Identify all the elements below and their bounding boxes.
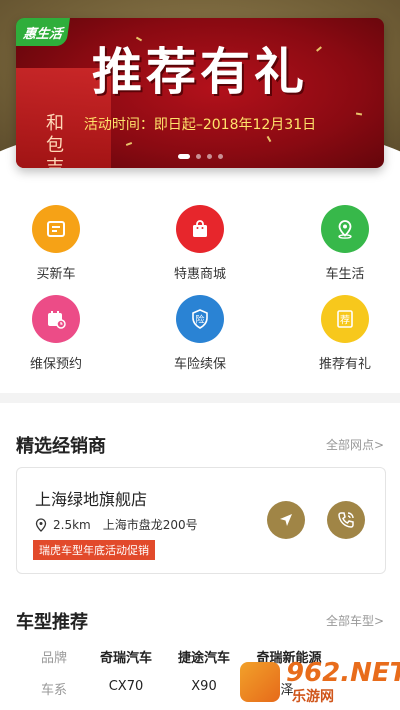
series-option[interactable]: X90 [166, 679, 242, 694]
menu-item-car-life[interactable]: 车生活 [290, 205, 400, 282]
dealer-name: 上海绿地旗舰店 [35, 490, 148, 509]
promo-banner[interactable]: 和包吉 惠生活 推荐有礼 活动时间：即日起–2018年12月31日 [16, 18, 384, 168]
watermark-logo-icon [240, 662, 280, 702]
call-button[interactable] [327, 501, 365, 539]
document-icon [32, 205, 80, 253]
menu-label: 车生活 [325, 267, 365, 282]
dealers-section-title: 精选经销商 [16, 436, 106, 457]
watermark-text: 乐游网 [292, 689, 334, 705]
menu-label: 车险续保 [173, 357, 226, 372]
menu-item-insurance[interactable]: 险 车险续保 [145, 295, 255, 372]
confetti [125, 142, 133, 146]
carousel-dot[interactable] [195, 154, 201, 159]
recommend-glyph: 荐 [340, 315, 350, 327]
promo-tag: 瑞虎车型年底活动促销 [33, 540, 155, 560]
brand-label: 品牌 [40, 651, 67, 666]
dealer-card[interactable]: 上海绿地旗舰店 2.5km 上海市盘龙200号 瑞虎车型年底活动促销 [16, 467, 386, 574]
watermark: 962.NET 乐游网 [240, 658, 400, 706]
calendar-icon [32, 295, 80, 343]
location-pin-icon [321, 205, 369, 253]
app-screen: 和包吉 惠生活 推荐有礼 活动时间：即日起–2018年12月31日 买新车 特惠… [0, 0, 400, 710]
menu-item-mall[interactable]: 特惠商城 [145, 205, 255, 282]
recommend-icon: 荐 [321, 295, 369, 343]
dealer-address: 上海市盘龙200号 [102, 518, 198, 532]
shield-glyph: 险 [195, 314, 204, 326]
banner-subtitle: 活动时间：即日起–2018年12月31日 [83, 117, 317, 133]
phone-icon [338, 512, 354, 528]
location-icon [35, 517, 47, 532]
menu-label: 推荐有礼 [318, 357, 371, 372]
series-option[interactable]: CX70 [88, 679, 164, 694]
navigate-button[interactable] [267, 501, 305, 539]
dealer-meta: 2.5km 上海市盘龙200号 [35, 516, 198, 533]
brand-option[interactable]: 捷途汽车 [166, 647, 242, 666]
carousel-dot[interactable] [177, 154, 190, 159]
shopping-bag-icon [176, 205, 224, 253]
menu-item-recommend[interactable]: 荐 推荐有礼 [290, 295, 400, 372]
carousel-dot[interactable] [206, 154, 212, 159]
carousel-dot[interactable] [217, 154, 223, 159]
menu-item-maintenance[interactable]: 维保预约 [1, 295, 111, 372]
brand-option[interactable]: 奇瑞汽车 [88, 647, 164, 666]
menu-label: 买新车 [36, 267, 76, 282]
dealer-distance: 2.5km [53, 517, 91, 532]
carousel-indicator[interactable] [16, 154, 384, 159]
menu-label: 特惠商城 [173, 267, 226, 282]
shield-icon: 险 [176, 295, 224, 343]
navigation-arrow-icon [280, 514, 292, 526]
models-section-title: 车型推荐 [16, 612, 88, 633]
confetti [266, 135, 272, 143]
series-label: 车系 [40, 683, 67, 698]
all-models-link[interactable]: 全部车型> [326, 612, 384, 629]
all-dealers-link[interactable]: 全部网点> [326, 436, 384, 453]
menu-item-buy-new-car[interactable]: 买新车 [1, 205, 111, 282]
watermark-number: 962.NET [286, 658, 400, 688]
banner-title: 推荐有礼 [92, 43, 308, 101]
menu-label: 维保预约 [29, 357, 82, 372]
section-divider [0, 393, 400, 403]
